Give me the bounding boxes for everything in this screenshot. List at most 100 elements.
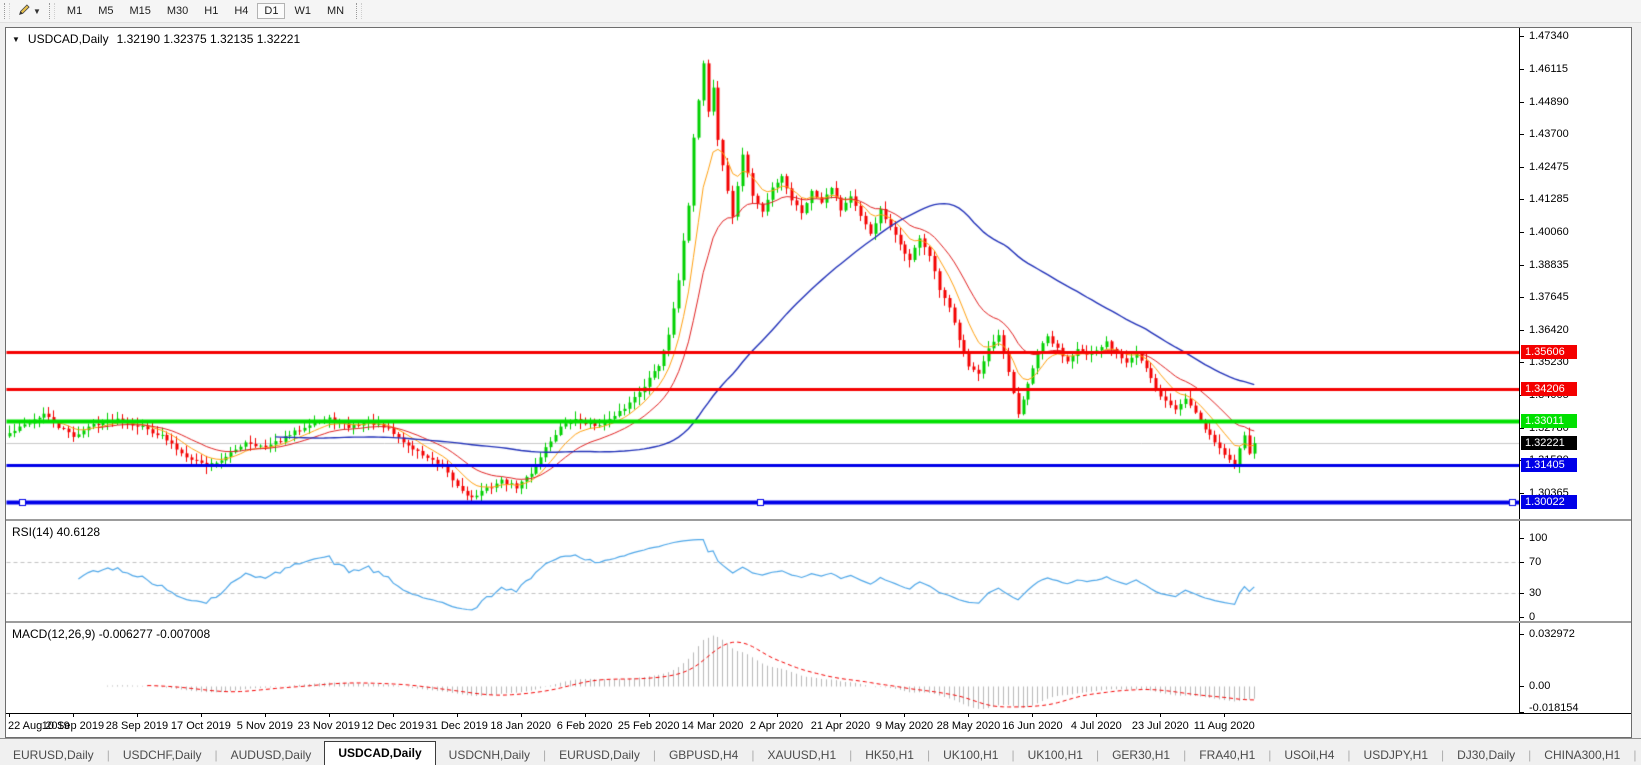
- rsi-tick-label: 100: [1529, 532, 1548, 544]
- time-tickmark: [1096, 714, 1097, 717]
- chart-title: ▼ USDCAD,Daily 1.32190 1.32375 1.32135 1…: [12, 32, 300, 46]
- timeframe-button-h1[interactable]: H1: [197, 3, 225, 19]
- price-tick-label: 1.44890: [1529, 96, 1569, 109]
- chart-window: ▼ USDCAD,Daily 1.32190 1.32375 1.32135 1…: [5, 27, 1632, 738]
- time-tickmark: [777, 714, 778, 717]
- macd-canvas[interactable]: [6, 623, 1519, 713]
- collapse-triangle-icon[interactable]: ▼: [12, 35, 20, 44]
- chart-tab-uk100-h1[interactable]: UK100,H1: [1015, 746, 1096, 765]
- time-tickmark: [904, 714, 905, 717]
- timeframe-button-m15[interactable]: M15: [122, 3, 157, 19]
- macd-tick-label: 0.00: [1529, 680, 1551, 692]
- rsi-canvas[interactable]: [6, 521, 1519, 621]
- time-tickmark: [521, 714, 522, 717]
- level-price-badge: 1.31405: [1521, 457, 1577, 472]
- toolbar-grip[interactable]: [4, 3, 10, 19]
- timeframe-button-w1[interactable]: W1: [287, 3, 318, 19]
- price-tick-label: 1.42475: [1529, 161, 1569, 174]
- price-tick-label: 1.38835: [1529, 258, 1569, 271]
- time-axis-label: 25 Feb 2020: [617, 720, 680, 732]
- price-tickmark: [1520, 297, 1524, 298]
- chart-tab-usdcad-daily[interactable]: USDCAD,Daily: [324, 741, 436, 765]
- main-chart-panel: ▼ USDCAD,Daily 1.32190 1.32375 1.32135 1…: [6, 28, 1631, 531]
- chart-tab-gbpusd-h4[interactable]: GBPUSD,H4: [656, 746, 751, 765]
- macd-tick-label: 0.032972: [1529, 628, 1575, 640]
- price-tickmark: [1520, 265, 1524, 266]
- chart-tab-hk50-h1[interactable]: HK50,H1: [852, 746, 927, 765]
- time-axis-label: 17 Oct 2019: [170, 720, 231, 732]
- rsi-tickmark: [1520, 562, 1524, 563]
- chart-tab-china300-h1[interactable]: CHINA300,H1: [1531, 746, 1633, 765]
- toolbar-separator: [48, 3, 55, 19]
- macd-axis[interactable]: 0.032972 0.00 -0.018154: [1519, 623, 1631, 714]
- time-axis-label: 6 Feb 2020: [556, 720, 613, 732]
- level-price-badge: 1.33011: [1521, 414, 1577, 429]
- rsi-tick-label: 30: [1529, 587, 1542, 600]
- rsi-tick-label: 70: [1529, 555, 1542, 568]
- price-tick-label: 1.40060: [1529, 225, 1569, 238]
- time-tickmark: [329, 714, 330, 717]
- level-price-badge: 1.30022: [1521, 494, 1577, 509]
- time-axis-label: 11 Aug 2020: [1193, 720, 1255, 732]
- chart-tab-ger30-h1[interactable]: GER30,H1: [1099, 746, 1183, 765]
- time-tickmark: [9, 714, 10, 717]
- time-tickmark: [968, 714, 969, 717]
- time-axis-label: 18 Jan 2020: [490, 720, 551, 732]
- time-axis-label: 10 Sep 2019: [41, 720, 105, 732]
- price-axis[interactable]: 1.47340 1.46115 1.44890 1.43700 1.42475 1.412…: [1519, 28, 1631, 531]
- chart-tab-bar: EURUSD,Daily | USDCHF,Daily | AUDUSD,Daily US…: [0, 738, 1641, 765]
- price-tickmark: [1520, 102, 1524, 103]
- draw-tool-button[interactable]: ▼: [14, 1, 45, 21]
- time-axis-label: 9 May 2020: [875, 720, 934, 732]
- price-chart-canvas[interactable]: [6, 28, 1519, 519]
- chart-tab-audusd-daily[interactable]: AUDUSD,Daily: [218, 746, 325, 765]
- timeframe-button-m5[interactable]: M5: [91, 3, 120, 19]
- price-tickmark: [1520, 36, 1524, 37]
- chart-tab-uk100-h1[interactable]: UK100,H1: [930, 746, 1011, 765]
- rsi-tickmark: [1520, 593, 1524, 594]
- top-toolbar: ▼ M1 M5 M15 M30 H1 H4 D1 W1 MN: [0, 0, 1641, 23]
- price-tick-label: 1.37645: [1529, 290, 1569, 303]
- price-tickmark: [1520, 69, 1524, 70]
- macd-tickmark: [1520, 634, 1524, 635]
- time-axis-label: 31 Dec 2019: [425, 720, 488, 732]
- time-tickmark: [393, 714, 394, 717]
- chart-tab-eurusd-daily[interactable]: EURUSD,Daily: [546, 746, 653, 765]
- timeframe-button-m30[interactable]: M30: [160, 3, 195, 19]
- time-axis[interactable]: 22 Aug 2019 10 Sep 2019 28 Sep 2019 17 Oct …: [6, 714, 1631, 737]
- price-tickmark: [1520, 199, 1524, 200]
- macd-label: MACD(12,26,9) -0.006277 -0.007008: [12, 627, 211, 641]
- rsi-axis[interactable]: 100 70 30 0: [1519, 521, 1631, 623]
- toolbar-separator: [356, 3, 363, 19]
- price-tickmark: [1520, 362, 1524, 363]
- chart-tab-usdchf-daily[interactable]: USDCHF,Daily: [110, 746, 215, 765]
- chart-tab-usoil-h4[interactable]: USOil,H4: [1271, 746, 1347, 765]
- chart-tab-usoil-h1[interactable]: USOil,H1: [1636, 746, 1641, 765]
- time-tickmark: [1160, 714, 1161, 717]
- price-tickmark: [1520, 134, 1524, 135]
- time-tickmark: [137, 714, 138, 717]
- price-tickmark: [1520, 167, 1524, 168]
- time-tickmark: [1032, 714, 1033, 717]
- timeframe-button-h4[interactable]: H4: [227, 3, 255, 19]
- time-axis-label: 23 Jul 2020: [1131, 720, 1189, 732]
- time-axis-label: 12 Dec 2019: [361, 720, 424, 732]
- chart-tab-xauusd-h1[interactable]: XAUUSD,H1: [754, 746, 849, 765]
- chevron-down-icon[interactable]: ▼: [33, 7, 41, 16]
- time-tickmark: [457, 714, 458, 717]
- price-tick-label: 1.43700: [1529, 128, 1569, 141]
- timeframe-button-d1[interactable]: D1: [257, 3, 286, 19]
- timeframe-button-m1[interactable]: M1: [60, 3, 89, 19]
- time-axis-label: 21 Apr 2020: [810, 720, 871, 732]
- rsi-label: RSI(14) 40.6128: [12, 525, 101, 539]
- time-tickmark: [265, 714, 266, 717]
- chart-tab-dj30-daily[interactable]: DJ30,Daily: [1444, 746, 1528, 765]
- timeframe-button-mn[interactable]: MN: [320, 3, 351, 19]
- chart-tab-eurusd-daily[interactable]: EURUSD,Daily: [0, 746, 107, 765]
- symbol-timeframe-label: USDCAD,Daily: [27, 32, 109, 46]
- chart-tab-usdcnh-daily[interactable]: USDCNH,Daily: [436, 746, 543, 765]
- chart-tab-usdjpy-h1[interactable]: USDJPY,H1: [1351, 746, 1441, 765]
- timeframe-buttons: M1 M5 M15 M30 H1 H4 D1 W1 MN: [59, 3, 352, 19]
- time-axis-label: 2 Apr 2020: [749, 720, 804, 732]
- chart-tab-fra40-h1[interactable]: FRA40,H1: [1186, 746, 1268, 765]
